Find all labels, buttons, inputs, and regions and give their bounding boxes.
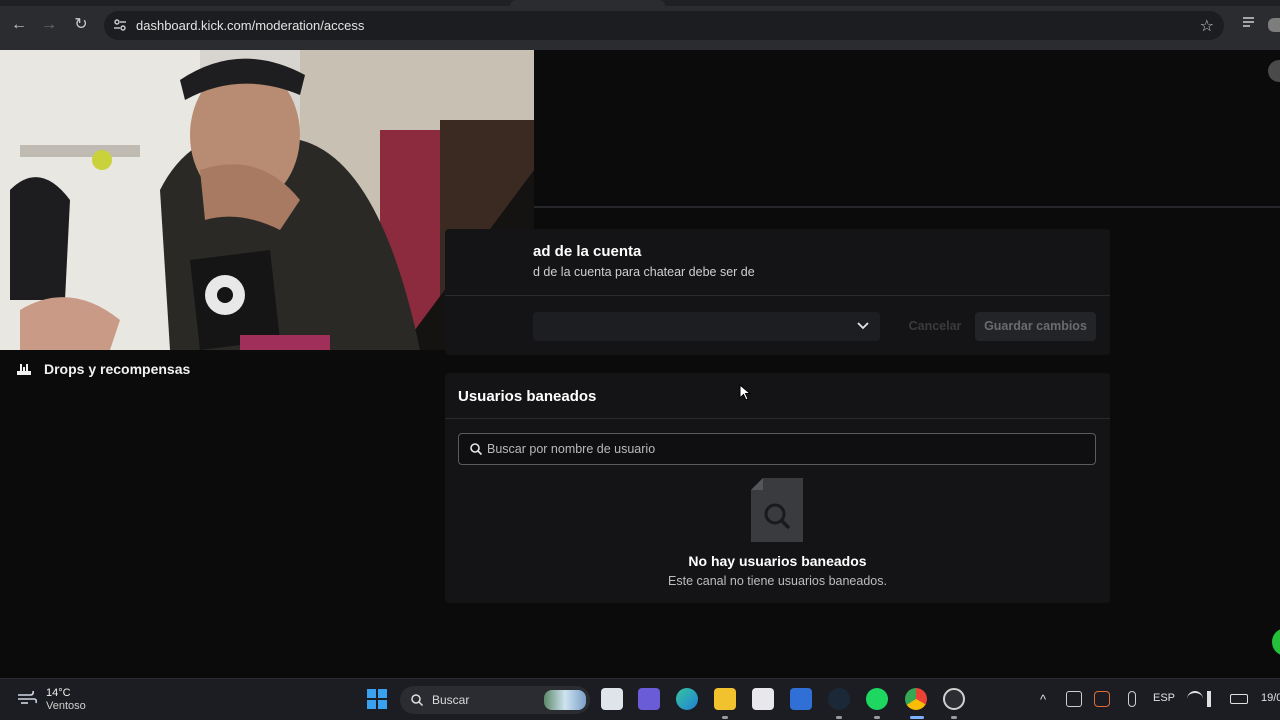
clock-date[interactable]: 19/0: [1261, 692, 1280, 704]
microphone-icon[interactable]: [1128, 691, 1136, 707]
file-explorer-icon[interactable]: [714, 688, 736, 710]
card-divider: [445, 418, 1110, 419]
cancel-button[interactable]: Cancelar: [893, 312, 977, 341]
save-changes-button[interactable]: Guardar cambios: [975, 312, 1096, 341]
search-icon: [411, 694, 424, 707]
taskbar-search[interactable]: Buscar: [400, 686, 590, 714]
account-age-card: ad de la cuenta d de la cuenta para chat…: [445, 229, 1110, 355]
teams-icon[interactable]: [638, 688, 660, 710]
chrome-icon[interactable]: [905, 688, 927, 710]
sidebar-item-drops[interactable]: Drops y recompensas: [16, 358, 190, 380]
sidebar-item-label: Drops y recompensas: [44, 361, 191, 377]
mouse-cursor-icon: [739, 384, 751, 401]
battery-icon[interactable]: [1230, 694, 1248, 704]
taskbar: 14°C Ventoso Buscar ^ ESP 19/0: [0, 678, 1280, 720]
obs-icon[interactable]: [943, 688, 965, 710]
reload-icon[interactable]: ↻: [70, 14, 92, 36]
media-control-icon[interactable]: [1242, 15, 1258, 31]
account-age-title: ad de la cuenta: [533, 243, 642, 260]
forward-arrow-icon[interactable]: →: [38, 14, 60, 36]
tab-strip: [0, 0, 1280, 6]
active-tab[interactable]: [510, 0, 665, 6]
weather-widget[interactable]: 14°C Ventoso: [16, 687, 86, 713]
running-indicator: [722, 716, 728, 719]
volume-icon[interactable]: [1207, 691, 1223, 707]
browser-toolbar: ← → ↻ dashboard.kick.com/moderation/acce…: [0, 0, 1280, 50]
user-avatar[interactable]: [1268, 60, 1280, 82]
steam-icon[interactable]: [828, 688, 850, 710]
search-input[interactable]: [487, 434, 1087, 464]
show-hidden-icons-chevron-icon[interactable]: ^: [1040, 692, 1046, 707]
search-icon: [470, 443, 483, 456]
running-indicator: [836, 716, 842, 719]
edge-icon[interactable]: [676, 688, 698, 710]
chevron-down-icon: [857, 322, 869, 330]
site-info-icon[interactable]: [112, 17, 128, 33]
url-text[interactable]: dashboard.kick.com/moderation/access: [136, 18, 364, 33]
empty-search-document-icon: [751, 478, 803, 542]
gift-drops-icon: [17, 364, 31, 375]
task-view-icon[interactable]: [601, 688, 623, 710]
weather-condition: Ventoso: [46, 700, 86, 712]
windows-start-icon[interactable]: [367, 689, 387, 709]
store-icon[interactable]: [752, 688, 774, 710]
account-age-select[interactable]: [533, 312, 880, 341]
search-highlight-image: [544, 690, 586, 710]
empty-state-subtitle: Este canal no tiene usuarios baneados.: [668, 574, 887, 588]
bookmark-star-icon[interactable]: ☆: [1200, 16, 1214, 36]
empty-state-title: No hay usuarios baneados: [688, 553, 867, 569]
account-age-description: d de la cuenta para chatear debe ser de: [533, 265, 755, 279]
back-arrow-icon[interactable]: ←: [8, 14, 30, 36]
active-indicator: [910, 716, 924, 719]
banned-users-title: Usuarios baneados: [458, 388, 597, 405]
wifi-icon[interactable]: [1187, 691, 1203, 707]
card-divider: [445, 295, 1110, 296]
running-indicator: [874, 716, 880, 719]
spotify-icon[interactable]: [866, 688, 888, 710]
mail-icon[interactable]: [790, 688, 812, 710]
header-divider: [534, 206, 1280, 208]
running-indicator: [951, 716, 957, 719]
camera-off-icon[interactable]: [1066, 691, 1082, 707]
wind-weather-icon: [18, 690, 38, 704]
taskbar-search-label: Buscar: [432, 693, 470, 707]
language-indicator[interactable]: ESP: [1153, 692, 1175, 704]
address-bar[interactable]: dashboard.kick.com/moderation/access ☆: [104, 11, 1224, 40]
sync-app-icon[interactable]: [1094, 691, 1110, 707]
banned-users-card: Usuarios baneados No hay usuarios banead…: [445, 373, 1110, 603]
profile-avatar[interactable]: [1268, 18, 1280, 32]
weather-temperature: 14°C: [46, 687, 71, 699]
banned-users-search[interactable]: [458, 433, 1096, 465]
